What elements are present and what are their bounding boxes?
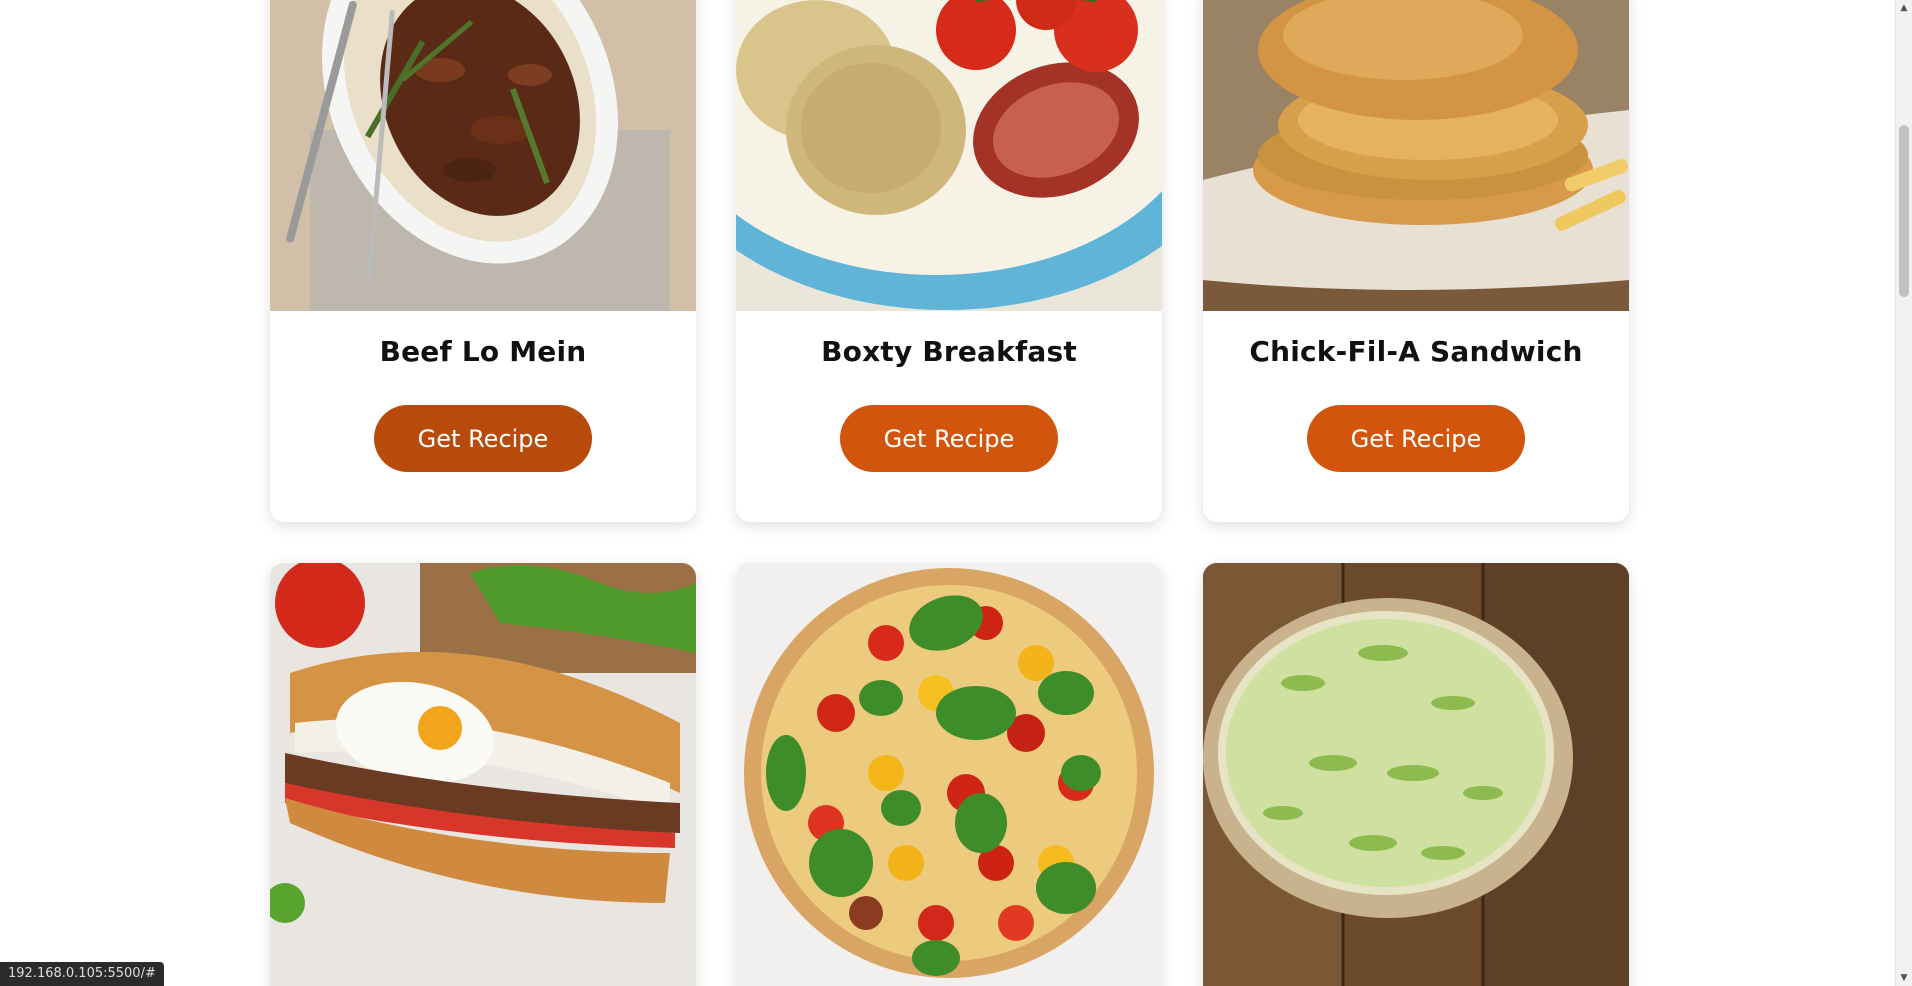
page-viewport: Beef Lo Mein Get Recipe Boxty Breakfast … — [0, 0, 1912, 986]
chicken-sandwich-photo — [1203, 0, 1629, 311]
status-bar-url: 192.168.0.105:5500/# — [0, 962, 164, 986]
card-title: Beef Lo Mein — [379, 335, 587, 368]
get-recipe-button[interactable]: Get Recipe — [1307, 405, 1525, 472]
get-recipe-button[interactable]: Get Recipe — [840, 405, 1058, 472]
recipe-card: Boxty Breakfast Get Recipe — [736, 0, 1162, 522]
card-title: Boxty Breakfast — [821, 335, 1077, 368]
recipe-card — [270, 563, 696, 986]
steak-egg-sandwich-photo — [270, 563, 696, 986]
tomato-tart-photo — [736, 563, 1162, 986]
recipe-card — [1203, 563, 1629, 986]
recipe-card: Beef Lo Mein Get Recipe — [270, 0, 696, 522]
leek-quiche-photo — [1203, 563, 1629, 986]
recipe-card: Chick-Fil-A Sandwich Get Recipe — [1203, 0, 1629, 522]
vertical-scrollbar[interactable]: ▲ ▼ — [1895, 0, 1912, 986]
get-recipe-button[interactable]: Get Recipe — [374, 405, 592, 472]
scroll-down-arrow-icon[interactable]: ▼ — [1896, 970, 1912, 986]
card-title: Chick-Fil-A Sandwich — [1249, 335, 1583, 368]
scroll-up-arrow-icon[interactable]: ▲ — [1896, 0, 1912, 16]
recipe-card — [736, 563, 1162, 986]
boxty-breakfast-photo — [736, 0, 1162, 311]
scrollbar-thumb[interactable] — [1899, 125, 1909, 297]
beef-lo-mein-photo — [270, 0, 696, 311]
